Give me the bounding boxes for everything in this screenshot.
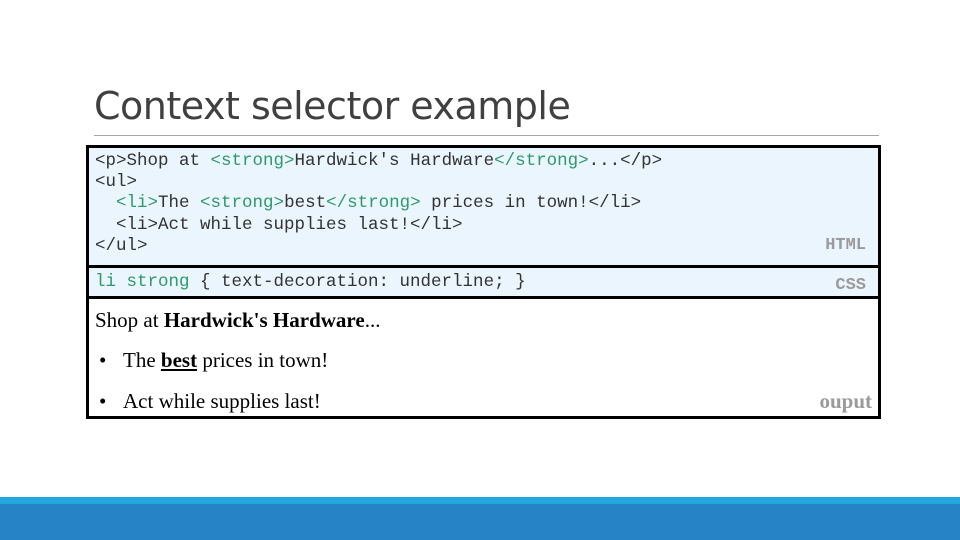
html-code-line: <li>Act while supplies last!</li> [95,215,662,236]
output-li-suffix: prices in town! [197,348,329,372]
code-text: <ul> [95,172,138,193]
css-selector: li strong [95,272,190,292]
output-paragraph-prefix: Shop at [95,308,164,332]
html-code-lines: <p>Shop at <strong>Hardwick's Hardware</… [95,151,662,257]
html-code-box: <p>Shop at <strong>Hardwick's Hardware</… [86,145,881,268]
html-label: HTML [825,236,866,255]
code-tag: <strong> [200,193,285,214]
footer-band [0,504,960,540]
output-list-item: • The best prices in town! [99,348,328,373]
css-rule-body: { text-decoration: underline; } [189,272,526,292]
code-text: Hardwick's Hardware [294,151,495,171]
html-code-line: <p>Shop at <strong>Hardwick's Hardware</… [95,151,662,172]
output-li-strong-underlined: best [160,348,198,372]
code-text: ...</p> [588,151,663,171]
code-tag: <strong> [210,151,295,171]
bullet-icon: • [99,348,107,372]
code-tag: </strong> [494,151,589,171]
html-code-line: </ul> [95,236,662,257]
output-list-item: • Act while supplies last! [99,389,321,414]
output-paragraph-suffix: ... [364,308,381,332]
code-tag: <li> [116,193,159,214]
footer-band-accent [0,497,960,504]
output-li-prefix: The [123,348,161,372]
slide-title: Context selector example [94,84,571,128]
css-label: CSS [835,276,866,295]
code-text: </ul> [95,235,148,256]
code-tag: </strong> [326,193,421,214]
output-paragraph: Shop at Hardwick's Hardware... [95,308,380,333]
code-text: best [284,193,327,214]
code-text: prices in town!</li> [420,193,642,214]
output-box: Shop at Hardwick's Hardware... • The best… [86,296,881,419]
css-code-line: li strong { text-decoration: underline; … [95,271,526,293]
bullet-icon: • [99,389,107,413]
html-code-line: <ul> [95,172,662,193]
output-label: ouput [819,389,872,413]
code-text: The [158,193,201,214]
html-code-line: <li>The <strong>best</strong> prices in … [95,193,662,214]
code-text: <p>Shop at [95,151,211,171]
title-divider [94,135,879,136]
code-text: <li>Act while supplies last!</li> [95,214,463,235]
output-li-text: Act while supplies last! [123,389,321,413]
output-paragraph-strong: Hardwick's Hardware [163,308,365,332]
